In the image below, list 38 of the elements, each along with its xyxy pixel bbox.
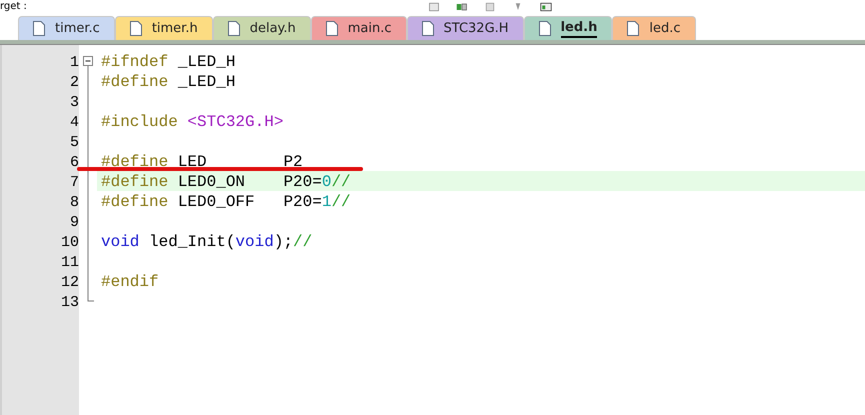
line-number: 7 xyxy=(70,174,79,191)
document-icon xyxy=(130,21,142,36)
code-line: #define LED P2 xyxy=(101,153,303,171)
window-icon[interactable] xyxy=(426,1,441,13)
code-line: #ifndef _LED_H xyxy=(101,53,236,71)
document-icon xyxy=(538,21,551,36)
document-icon xyxy=(326,21,338,36)
code-line: #include <STC32G.H> xyxy=(101,113,284,131)
line-number: 1 xyxy=(70,54,79,71)
line-number: 11 xyxy=(60,254,79,271)
code-line: void led_Init(void);// xyxy=(101,233,312,251)
document-icon xyxy=(228,21,240,36)
file-tab[interactable]: led.h xyxy=(524,16,612,40)
file-tab[interactable]: led.c xyxy=(612,16,696,40)
file-tab[interactable]: timer.c xyxy=(18,16,115,40)
code-line: #endif xyxy=(101,273,159,291)
document-icon xyxy=(422,21,434,36)
line-number: 4 xyxy=(70,114,79,131)
file-tab[interactable]: main.c xyxy=(310,16,407,40)
line-number: 13 xyxy=(60,294,79,311)
line-number: 6 xyxy=(70,154,79,171)
line-number: 2 xyxy=(70,74,79,91)
file-tab[interactable]: STC32G.H xyxy=(406,16,524,40)
panel-icon[interactable] xyxy=(538,1,553,13)
line-number: 3 xyxy=(70,94,79,111)
line-number: 12 xyxy=(60,274,79,291)
code-line: #define _LED_H xyxy=(101,73,236,91)
file-tab[interactable]: timer.h xyxy=(114,16,213,40)
line-number: 5 xyxy=(70,134,79,151)
document-icon xyxy=(627,21,640,36)
file-tab[interactable]: delay.h xyxy=(212,16,311,40)
line-number: 9 xyxy=(70,214,79,231)
code-line: #define LED0_ON P20=0// xyxy=(101,173,351,191)
document-icon xyxy=(33,21,45,36)
line-number: 8 xyxy=(70,194,79,211)
toolbar-label: rget : xyxy=(0,1,27,13)
code-line: #define LED0_OFF P20=1// xyxy=(101,193,351,211)
line-number: 10 xyxy=(60,234,79,251)
